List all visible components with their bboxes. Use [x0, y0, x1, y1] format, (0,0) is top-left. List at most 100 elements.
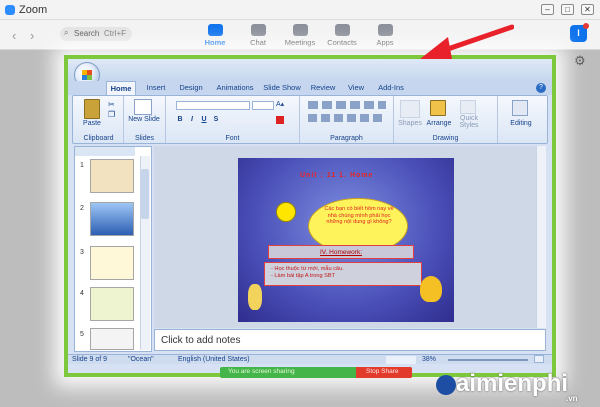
slides-pane-scroll-thumb[interactable]: [141, 169, 149, 219]
fit-window-button[interactable]: [534, 355, 544, 363]
slide-thumbnail[interactable]: [90, 328, 134, 350]
slide-thumbnail[interactable]: [90, 287, 134, 321]
editor-scrollbar[interactable]: [536, 146, 546, 328]
homework-banner: IV. Homework:: [268, 245, 414, 259]
homework-title: IV. Homework:: [319, 249, 363, 256]
ribbon-tab-add-ins[interactable]: Add-Ins: [374, 81, 408, 95]
arrange-button[interactable]: Arrange: [424, 120, 454, 127]
minimize-button[interactable]: –: [541, 4, 554, 15]
apps-icon: [377, 24, 393, 36]
group-drawing: Shapes Arrange Quick Styles Drawing: [394, 96, 498, 143]
tab-contacts[interactable]: Contacts: [322, 22, 362, 50]
zoom-slider[interactable]: [448, 359, 528, 361]
search-box[interactable]: ⌕ Search Ctrl+F: [60, 27, 132, 41]
view-buttons[interactable]: [386, 356, 416, 364]
slide-thumbnail[interactable]: [90, 202, 134, 236]
back-arrow-icon[interactable]: ‹: [12, 28, 16, 43]
ribbon-tab-review[interactable]: Review: [308, 81, 338, 95]
group-slides: New Slide Slides: [124, 96, 166, 143]
cartoon-figure-icon: [248, 284, 262, 310]
slide-number: 2: [80, 205, 84, 212]
quick-styles-icon: [460, 100, 476, 114]
shadow-button[interactable]: S: [212, 116, 220, 124]
shapes-button[interactable]: Shapes: [396, 120, 424, 127]
paste-icon: [84, 99, 100, 119]
smiley-icon: [276, 202, 296, 222]
duck-icon: [420, 276, 442, 302]
current-slide[interactable]: Unit : 11 1. Home Các bạn có biết hôm na…: [238, 158, 454, 322]
status-bar: Slide 9 of 9 "Ocean" English (United Sta…: [68, 354, 552, 364]
homework-box: - Học thuộc từ mới, mẫu câu. - Làm bài t…: [264, 262, 422, 286]
new-slide-button[interactable]: New Slide: [124, 116, 164, 123]
ribbon-tab-view[interactable]: View: [344, 81, 368, 95]
watermark-domain: .vn: [566, 394, 578, 403]
window-title: Zoom: [19, 4, 48, 16]
search-label: Search: [74, 29, 100, 38]
slide-number: 3: [80, 249, 84, 256]
tab-home[interactable]: Home: [195, 22, 235, 50]
ribbon-tab-insert[interactable]: Insert: [142, 81, 170, 95]
copy-icon[interactable]: ❐: [108, 110, 115, 119]
maximize-button[interactable]: □: [561, 4, 574, 15]
avatar[interactable]: l: [570, 23, 589, 42]
grow-font-icon[interactable]: A▴: [276, 100, 284, 108]
paste-button[interactable]: Paste: [78, 120, 106, 127]
slide-thumbnail[interactable]: [90, 246, 134, 280]
list-buttons-icon[interactable]: [308, 101, 386, 109]
notes-placeholder: Click to add notes: [161, 335, 241, 346]
homework-line: - Học thuộc từ mới, mẫu câu.: [271, 266, 344, 272]
taimienphi-logo-icon: [436, 374, 456, 395]
cloud-text: Các bạn có biết hôm nay về nhà chúng mìn…: [324, 206, 394, 226]
underline-button[interactable]: U: [200, 116, 208, 124]
slide-number: 5: [80, 331, 84, 338]
font-color-icon[interactable]: [276, 116, 284, 124]
screen-share-bar: You are screen sharing Stop Share: [220, 367, 412, 378]
stop-share-button[interactable]: Stop Share: [356, 367, 412, 378]
binoculars-icon: [512, 100, 528, 116]
font-name-select[interactable]: [176, 101, 250, 110]
shapes-icon: [400, 100, 420, 118]
language-indicator: English (United States): [178, 356, 250, 363]
watermark: aimienphi .vn: [436, 370, 578, 403]
font-label: Font: [225, 135, 240, 142]
home-icon: [207, 24, 223, 36]
quick-styles-button[interactable]: Quick Styles: [454, 115, 484, 129]
editing-button[interactable]: Editing: [498, 120, 544, 127]
search-shortcut: Ctrl+F: [104, 29, 126, 38]
cut-icon[interactable]: ✂: [108, 100, 115, 109]
contacts-icon: [334, 24, 350, 36]
font-effects-row: [228, 116, 272, 124]
theme-name: "Ocean": [128, 356, 154, 363]
ribbon-tab-slide-show[interactable]: Slide Show: [262, 81, 302, 95]
slide-thumbnail[interactable]: [90, 159, 134, 193]
clipboard-label: Clipboard: [83, 135, 114, 142]
chat-icon: [250, 24, 266, 36]
group-editing: Editing: [498, 96, 544, 143]
slide-number: 1: [80, 162, 84, 169]
help-icon[interactable]: ?: [536, 83, 546, 93]
ribbon-tab-animations[interactable]: Animations: [214, 81, 256, 95]
red-arrow-annotation: [420, 24, 514, 59]
ribbon-tab-home[interactable]: Home: [106, 81, 136, 95]
slides-pane-tabs[interactable]: [75, 147, 135, 156]
align-buttons-icon[interactable]: [308, 114, 386, 122]
watermark-brand: aimienphi: [456, 370, 569, 397]
arrange-icon: [430, 100, 446, 116]
tab-apps[interactable]: Apps: [365, 22, 405, 50]
tab-chat[interactable]: Chat: [238, 22, 278, 50]
notes-pane[interactable]: Click to add notes: [154, 329, 546, 351]
gear-icon[interactable]: ⚙: [574, 53, 586, 69]
new-slide-icon: [134, 99, 152, 115]
meetings-icon: [292, 24, 308, 36]
bold-button[interactable]: B: [176, 116, 184, 124]
ribbon-tab-design[interactable]: Design: [176, 81, 206, 95]
font-size-select[interactable]: [252, 101, 274, 110]
italic-button[interactable]: I: [188, 116, 196, 124]
slide-number: 4: [80, 290, 84, 297]
group-font: A▴ B I U S Font: [166, 96, 300, 143]
forward-arrow-icon[interactable]: ›: [30, 28, 34, 43]
tab-meetings[interactable]: Meetings: [280, 22, 320, 50]
group-clipboard: Paste ✂ ❐ Clipboard: [74, 96, 124, 143]
sharing-status: You are screen sharing: [228, 368, 295, 375]
close-button[interactable]: ✕: [581, 4, 594, 15]
